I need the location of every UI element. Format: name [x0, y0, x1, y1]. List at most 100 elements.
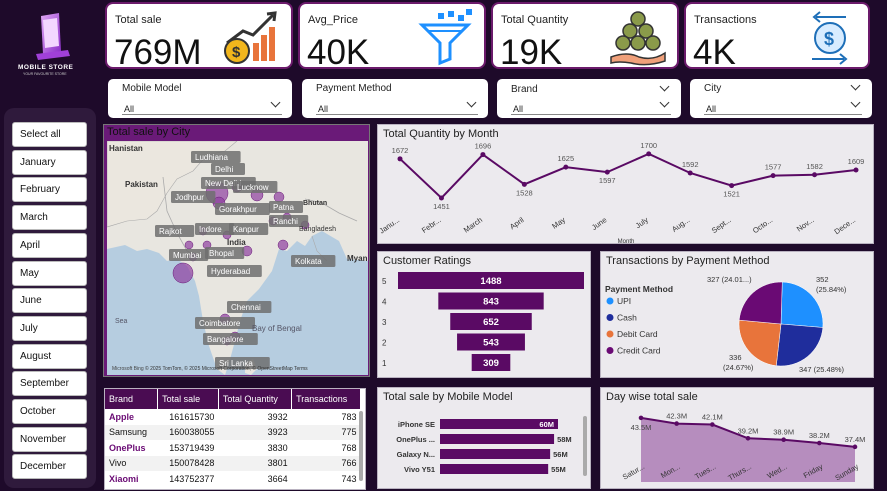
column-header[interactable]: Total Quantity	[218, 389, 293, 409]
model-bar[interactable]	[440, 434, 555, 444]
data-point[interactable]	[521, 181, 527, 187]
data-point[interactable]	[674, 421, 679, 426]
month-option-february[interactable]: February	[12, 177, 87, 203]
model-bar[interactable]	[440, 449, 551, 459]
map-bubble[interactable]	[277, 239, 289, 251]
data-point[interactable]	[646, 151, 652, 157]
pie-slice[interactable]	[775, 323, 824, 367]
data-point[interactable]	[397, 156, 403, 162]
data-label: 1700	[640, 141, 657, 150]
map-bubble[interactable]	[184, 240, 194, 250]
column-header[interactable]: Total sale	[157, 389, 219, 409]
brand-table[interactable]: Brand Total sale Total Quantity Transaction…	[104, 388, 366, 490]
legend-item[interactable]: Debit Card	[617, 329, 658, 339]
legend-swatch	[606, 314, 614, 321]
chevron-down-icon[interactable]	[270, 97, 281, 108]
x-tick-label: Nov...	[795, 215, 816, 233]
x-tick-label: June	[590, 215, 608, 232]
table-row[interactable]: Apple 161615730 3932 783	[105, 409, 361, 425]
data-label: 43.5M	[631, 423, 652, 432]
map-label: Bhopal	[209, 249, 234, 258]
data-point[interactable]	[604, 169, 610, 175]
map-label: Ranchi	[273, 217, 298, 226]
slicer-brand[interactable]: Brand All	[497, 79, 681, 118]
table-cell: 775	[291, 424, 361, 440]
table-row[interactable]: Samsung 160038055 3923 775	[105, 424, 361, 440]
data-point[interactable]	[710, 422, 715, 427]
data-label: 56M	[553, 450, 568, 459]
phone-logo-icon	[36, 13, 70, 60]
data-point[interactable]	[770, 173, 776, 179]
kpi-label: Total Quantity	[501, 14, 569, 26]
slicer-value: All	[706, 104, 717, 114]
model-bar-chart[interactable]: iPhone SE 60M OnePlus ... 58M Galaxy N... 56M…	[378, 388, 592, 490]
table-cell: 3664	[267, 473, 288, 484]
map-label: Rajkot	[159, 227, 182, 236]
y-tick-label: 2	[382, 339, 387, 348]
map-label: Sea	[115, 318, 128, 325]
map-attribution[interactable]: © 2025 TomTom, © 2025 Microsoft Corporat…	[145, 365, 308, 372]
slicer-payment-method[interactable]: Payment Method All	[302, 79, 488, 118]
table-row[interactable]: OnePlus 153719439 3830 768	[105, 440, 361, 456]
table-scrollbar[interactable]	[359, 411, 363, 481]
map-bubble[interactable]	[172, 262, 194, 284]
quantity-line-chart[interactable]: Month 1672 Janu... 1451 Febr... 1696 March 152…	[378, 125, 875, 245]
map-label: Bangladesh	[299, 226, 336, 233]
daywise-area-chart[interactable]: 43.5MSatur...42.3MMon...42.1MTues...39.2…	[601, 388, 875, 490]
data-label: 309	[483, 358, 499, 369]
legend-item[interactable]: Cash	[617, 313, 637, 323]
model-bar[interactable]	[440, 464, 549, 474]
data-point[interactable]	[852, 444, 858, 450]
data-point[interactable]	[563, 164, 569, 170]
chevron-down-icon[interactable]	[659, 97, 670, 108]
legend-item[interactable]: Credit Card	[617, 346, 661, 356]
data-point[interactable]	[638, 415, 644, 421]
month-option-november[interactable]: November	[12, 426, 87, 452]
pie-slice[interactable]	[738, 319, 782, 367]
month-option-july[interactable]: July	[12, 315, 87, 341]
month-option-june[interactable]: June	[12, 288, 87, 314]
month-option-select-all[interactable]: Select all	[12, 122, 87, 147]
map-title: Total sale by City	[107, 126, 191, 138]
month-option-october[interactable]: October	[12, 399, 87, 424]
month-option-april[interactable]: April	[12, 232, 87, 258]
column-header[interactable]: Transactions	[291, 389, 361, 409]
month-option-august[interactable]: August	[12, 343, 87, 369]
table-cell: Xiaomi	[109, 473, 139, 484]
payment-method-panel: Transactions by Payment Method Payment M…	[600, 251, 874, 378]
map-label: Ludhiana	[195, 153, 228, 162]
month-option-march[interactable]: March	[12, 205, 87, 231]
pie-slice[interactable]	[738, 281, 783, 325]
map-bubble[interactable]	[273, 191, 285, 203]
chevron-down-icon[interactable]	[850, 97, 861, 108]
data-point[interactable]	[687, 170, 693, 176]
map-label: Delhi	[215, 165, 233, 174]
slice-label: 352	[816, 275, 829, 284]
legend-item[interactable]: UPI	[617, 296, 631, 306]
chevron-down-icon[interactable]	[659, 81, 670, 92]
month-option-may[interactable]: May	[12, 260, 87, 286]
table-row[interactable]: Vivo 150078428 3801 766	[105, 455, 361, 471]
data-point[interactable]	[781, 437, 786, 443]
payment-pie-chart[interactable]: Payment Method UPI Cash Debit Card Credit C…	[601, 252, 875, 379]
chevron-down-icon[interactable]	[850, 80, 861, 91]
data-point[interactable]	[853, 167, 859, 173]
map-canvas[interactable]: LudhianaDelhiNew DelhiJodhpurLucknowPatn…	[107, 141, 368, 375]
slicer-city[interactable]: City All	[690, 79, 872, 118]
month-option-january[interactable]: January	[12, 149, 87, 175]
ratings-funnel-chart[interactable]: 1488 5 843 4 652 3 543 2 309 1	[378, 252, 592, 379]
chart-scrollbar[interactable]	[583, 416, 587, 476]
column-header[interactable]: Brand	[105, 389, 159, 409]
data-point[interactable]	[480, 152, 486, 158]
month-option-december[interactable]: December	[12, 454, 87, 480]
slicer-mobile-model[interactable]: Mobile Model All	[108, 79, 292, 118]
data-point[interactable]	[438, 195, 444, 201]
chevron-down-icon[interactable]	[466, 97, 477, 108]
table-cell: 3830	[267, 442, 288, 453]
month-option-september[interactable]: September	[12, 371, 87, 397]
data-point[interactable]	[817, 440, 822, 446]
data-point[interactable]	[812, 172, 818, 178]
data-point[interactable]	[745, 436, 751, 441]
data-point[interactable]	[729, 183, 735, 189]
table-row[interactable]: Xiaomi 143752377 3664 743	[105, 471, 361, 487]
